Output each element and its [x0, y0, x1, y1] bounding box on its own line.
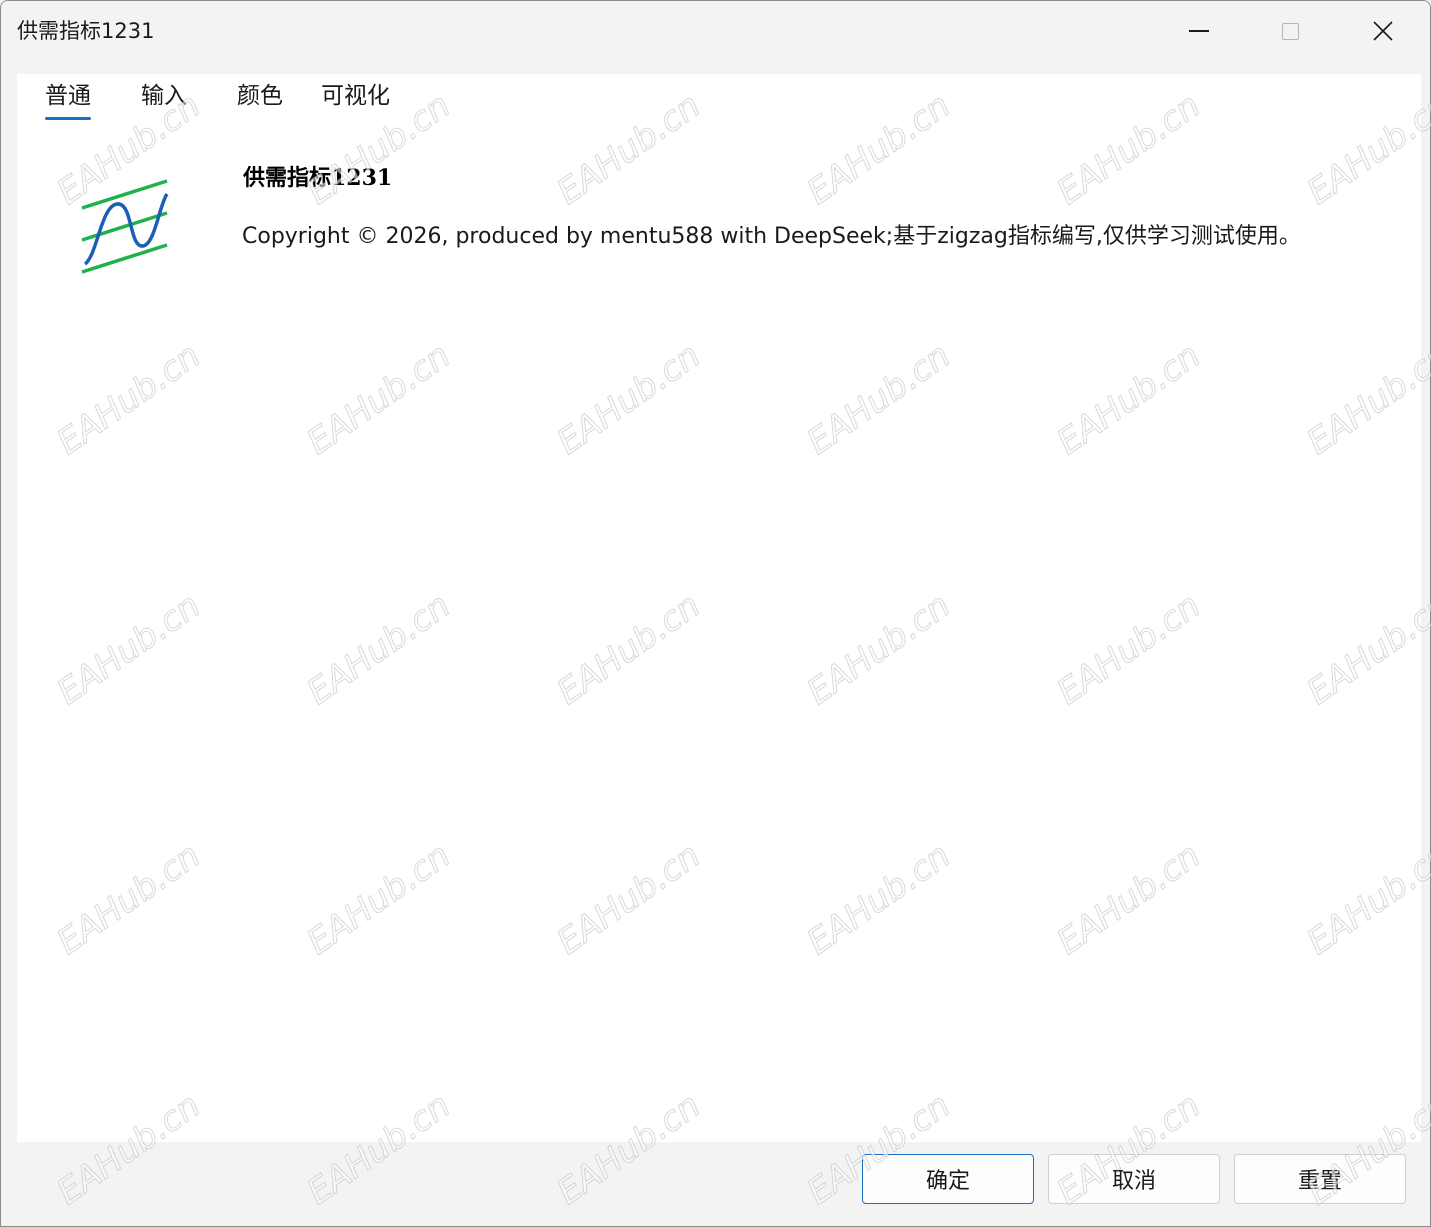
- minimize-icon: [1189, 30, 1209, 32]
- minimize-button[interactable]: [1153, 1, 1245, 61]
- copyright-text: Copyright © 2026, produced by mentu588 w…: [242, 224, 1301, 249]
- cancel-button[interactable]: 取消: [1048, 1154, 1220, 1204]
- tab-colors[interactable]: 颜色: [237, 80, 283, 112]
- tab-strip: 普通 输入 颜色 可视化: [17, 74, 1421, 124]
- close-button[interactable]: [1337, 1, 1429, 61]
- ok-button[interactable]: 确定: [862, 1154, 1034, 1204]
- window-title: 供需指标1231: [17, 19, 155, 43]
- maximize-icon: [1281, 22, 1299, 40]
- tab-general[interactable]: 普通: [45, 80, 91, 120]
- reset-button[interactable]: 重置: [1234, 1154, 1406, 1204]
- title-bar[interactable]: 供需指标1231: [1, 1, 1430, 61]
- indicator-properties-window: 供需指标1231 普通 输入 颜色 可视化 供需指标1231 Copyright…: [0, 0, 1431, 1227]
- tab-inputs[interactable]: 输入: [141, 80, 187, 112]
- indicator-name: 供需指标1231: [243, 165, 393, 191]
- maximize-button[interactable]: [1244, 1, 1336, 61]
- tab-visualization[interactable]: 可视化: [321, 80, 390, 112]
- indicator-wave-icon: [81, 179, 169, 274]
- close-icon: [1373, 21, 1393, 41]
- tab-content-panel: 普通 输入 颜色 可视化 供需指标1231 Copyright © 2026, …: [17, 74, 1421, 1142]
